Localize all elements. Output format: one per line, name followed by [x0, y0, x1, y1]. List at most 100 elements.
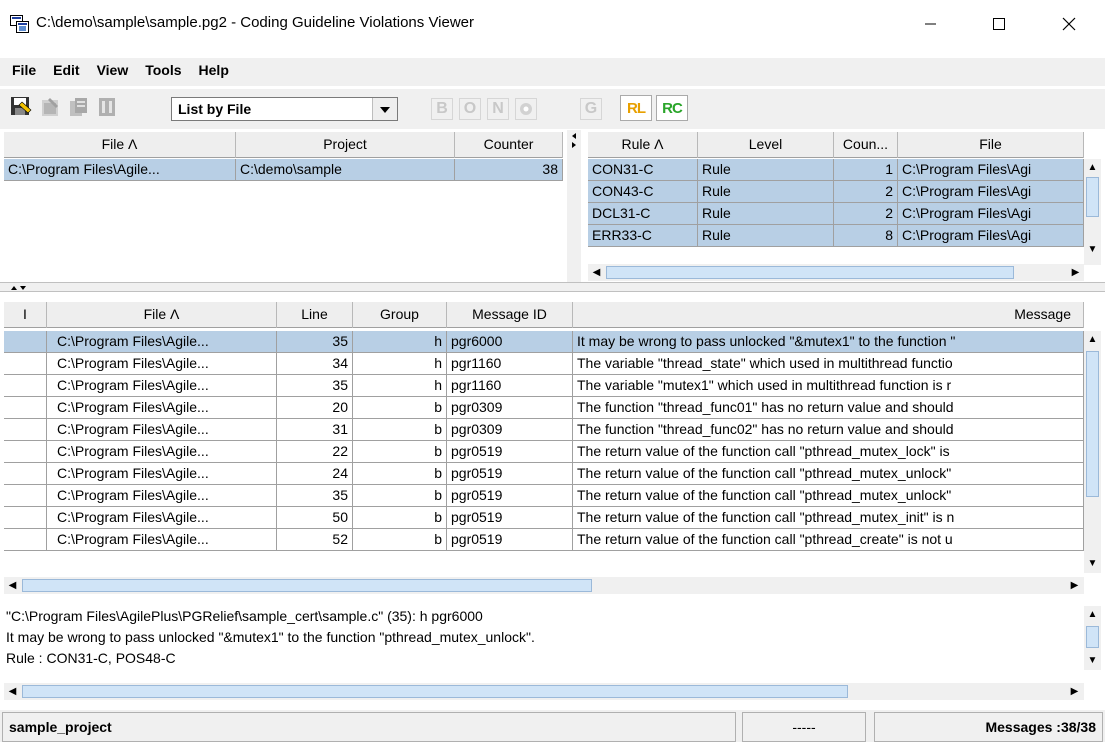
- table-row[interactable]: C:\Program Files\Agile... 50 b pgr0519 T…: [4, 507, 1084, 529]
- column-header-file[interactable]: File Λ: [4, 132, 236, 158]
- status-middle: -----: [742, 712, 866, 742]
- filter-n-button[interactable]: N: [487, 98, 509, 120]
- menu-view[interactable]: View: [87, 58, 136, 86]
- scroll-down-icon[interactable]: ▼: [1084, 652, 1101, 669]
- vertical-splitter[interactable]: [567, 130, 581, 282]
- scroll-left-icon[interactable]: ◀: [4, 683, 21, 700]
- column-header-indicator[interactable]: I: [4, 302, 47, 328]
- detail-vertical-scrollbar[interactable]: ▲ ▼: [1084, 606, 1101, 670]
- rule-table-vertical-scrollbar[interactable]: ▲ ▼: [1084, 159, 1101, 265]
- table-row[interactable]: CON43-C Rule 2 C:\Program Files\Agi: [588, 181, 1084, 203]
- status-message-count: Messages :38/38: [874, 712, 1103, 742]
- minimize-button[interactable]: [908, 0, 954, 48]
- filter-o-button[interactable]: O: [459, 98, 481, 120]
- column-header-message[interactable]: Message: [573, 302, 1084, 328]
- copy-icon[interactable]: [68, 96, 90, 118]
- table-row[interactable]: DCL31-C Rule 2 C:\Program Files\Agi: [588, 203, 1084, 225]
- scroll-right-icon[interactable]: ▶: [1066, 683, 1083, 700]
- table-row[interactable]: C:\Program Files\Agile... 35 h pgr6000 I…: [4, 331, 1084, 353]
- window-title: C:\demo\sample\sample.pg2 - Coding Guide…: [36, 14, 475, 31]
- filter-b-button[interactable]: B: [431, 98, 453, 120]
- detail-horizontal-scrollbar[interactable]: ◀ ▶: [4, 683, 1084, 700]
- save-icon[interactable]: [10, 96, 32, 118]
- rule-file-cell: C:\Program Files\Agi: [898, 159, 1084, 181]
- column-header-message-id[interactable]: Message ID: [447, 302, 573, 328]
- menu-tools[interactable]: Tools: [135, 58, 188, 86]
- group-cell: b: [353, 419, 447, 441]
- filter-g-button[interactable]: G: [580, 98, 602, 120]
- maximize-button[interactable]: [976, 0, 1022, 48]
- scroll-left-icon[interactable]: ◀: [4, 577, 21, 594]
- level-cell: Rule: [698, 203, 834, 225]
- scrollbar-thumb[interactable]: [22, 579, 592, 592]
- close-button[interactable]: [1046, 0, 1092, 48]
- scrollbar-thumb[interactable]: [1086, 177, 1099, 217]
- scroll-down-icon[interactable]: ▼: [1084, 555, 1101, 572]
- horizontal-splitter[interactable]: [0, 282, 1105, 292]
- column-header-count[interactable]: Coun...: [834, 132, 898, 158]
- message-cell: The variable "mutex1" which used in mult…: [573, 375, 1084, 397]
- detail-location: "C:\Program Files\AgilePlus\PGRelief\sam…: [6, 608, 483, 624]
- message-cell: The function "thread_func02" has no retu…: [573, 419, 1084, 441]
- group-cell: h: [353, 353, 447, 375]
- view-mode-dropdown[interactable]: List by File: [171, 97, 398, 121]
- scrollbar-thumb[interactable]: [1086, 626, 1099, 648]
- edit-icon[interactable]: [40, 96, 62, 118]
- menu-file[interactable]: File: [0, 58, 43, 86]
- rule-file-cell: C:\Program Files\Agi: [898, 203, 1084, 225]
- scrollbar-thumb[interactable]: [606, 266, 1014, 279]
- document-icon[interactable]: [96, 96, 118, 118]
- table-row[interactable]: C:\Program Files\Agile... 24 b pgr0519 T…: [4, 463, 1084, 485]
- scroll-up-icon[interactable]: ▲: [1084, 159, 1101, 176]
- group-cell: b: [353, 485, 447, 507]
- column-header-project[interactable]: Project: [236, 132, 455, 158]
- table-row[interactable]: C:\Program Files\Agile... 52 b pgr0519 T…: [4, 529, 1084, 551]
- file-cell: C:\Program Files\Agile...: [47, 441, 277, 463]
- scrollbar-thumb[interactable]: [22, 685, 848, 698]
- message-table-horizontal-scrollbar[interactable]: ◀ ▶: [4, 577, 1084, 594]
- status-bar: sample_project ----- Messages :38/38: [0, 710, 1105, 742]
- table-row[interactable]: CON31-C Rule 1 C:\Program Files\Agi: [588, 159, 1084, 181]
- scroll-down-icon[interactable]: ▼: [1084, 241, 1101, 258]
- chevron-down-icon[interactable]: [372, 98, 397, 120]
- menu-edit[interactable]: Edit: [43, 58, 86, 86]
- file-cell: C:\Program Files\Agile...: [47, 485, 277, 507]
- column-header-rule[interactable]: Rule Λ: [588, 132, 698, 158]
- message-table-vertical-scrollbar[interactable]: ▲ ▼: [1084, 331, 1101, 573]
- table-row[interactable]: C:\Program Files\Agile... 35 b pgr0519 T…: [4, 485, 1084, 507]
- message-id-cell: pgr1160: [447, 353, 573, 375]
- column-header-rule-file[interactable]: File: [898, 132, 1084, 158]
- filter-settings-button[interactable]: [515, 98, 537, 120]
- menu-bar: File Edit View Tools Help: [0, 58, 1105, 86]
- table-row[interactable]: ERR33-C Rule 8 C:\Program Files\Agi: [588, 225, 1084, 247]
- column-header-line[interactable]: Line: [277, 302, 353, 328]
- rule-list-button[interactable]: RL: [620, 95, 652, 121]
- table-row[interactable]: C:\Program Files\Agile... 31 b pgr0309 T…: [4, 419, 1084, 441]
- split-arrows-icon: [11, 286, 26, 290]
- scroll-right-icon[interactable]: ▶: [1067, 264, 1084, 281]
- message-cell: The return value of the function call "p…: [573, 529, 1084, 551]
- scroll-up-icon[interactable]: ▲: [1084, 331, 1101, 348]
- rule-table-horizontal-scrollbar[interactable]: ◀ ▶: [588, 264, 1084, 281]
- rule-cell: CON31-C: [588, 159, 698, 181]
- file-cell: C:\Program Files\Agile...: [47, 529, 277, 551]
- count-cell: 2: [834, 203, 898, 225]
- scroll-up-icon[interactable]: ▲: [1084, 606, 1101, 623]
- column-header-level[interactable]: Level: [698, 132, 834, 158]
- counter-cell: 38: [455, 159, 563, 181]
- table-row[interactable]: C:\Program Files\Agile... 22 b pgr0519 T…: [4, 441, 1084, 463]
- column-header-group[interactable]: Group: [353, 302, 447, 328]
- scroll-right-icon[interactable]: ▶: [1066, 577, 1083, 594]
- column-header-counter[interactable]: Counter: [455, 132, 563, 158]
- table-row[interactable]: C:\Program Files\Agile... 34 h pgr1160 T…: [4, 353, 1084, 375]
- rule-check-button[interactable]: RC: [656, 95, 688, 121]
- menu-help[interactable]: Help: [189, 58, 236, 86]
- table-row[interactable]: C:\Program Files\Agile... C:\demo\sample…: [4, 159, 563, 181]
- table-row[interactable]: C:\Program Files\Agile... 20 b pgr0309 T…: [4, 397, 1084, 419]
- scrollbar-thumb[interactable]: [1086, 351, 1099, 497]
- column-header-file[interactable]: File Λ: [47, 302, 277, 328]
- message-detail-pane[interactable]: "C:\Program Files\AgilePlus\PGRelief\sam…: [4, 606, 1088, 670]
- table-row[interactable]: C:\Program Files\Agile... 35 h pgr1160 T…: [4, 375, 1084, 397]
- file-cell: C:\Program Files\Agile...: [47, 419, 277, 441]
- scroll-left-icon[interactable]: ◀: [588, 264, 605, 281]
